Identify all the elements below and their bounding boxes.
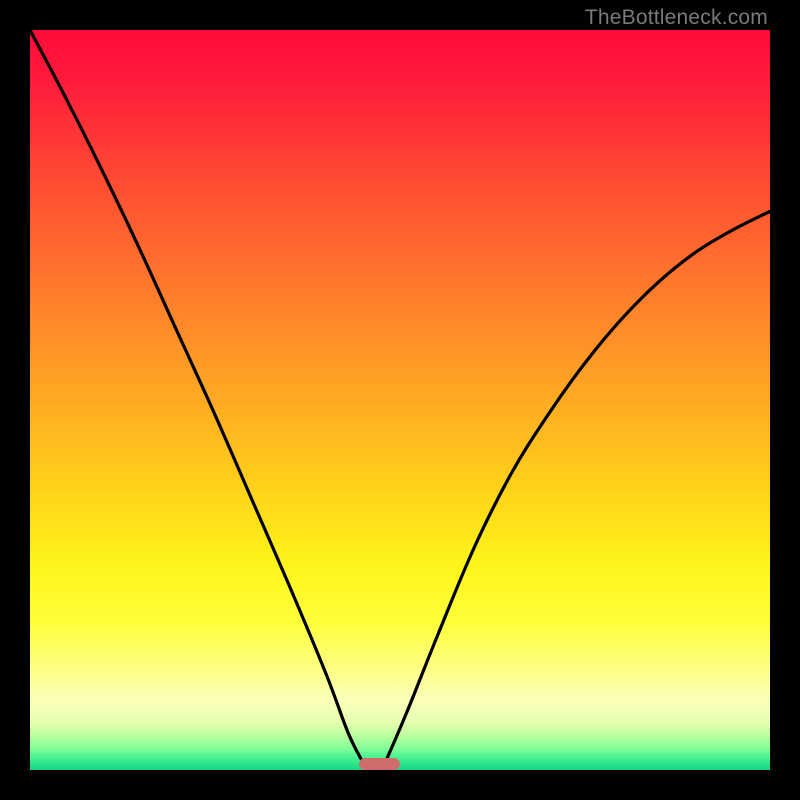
watermark-text: TheBottleneck.com bbox=[585, 6, 768, 30]
curves-layer bbox=[30, 30, 770, 770]
right-branch-curve bbox=[385, 211, 770, 762]
plot-area bbox=[30, 30, 770, 770]
outer-frame: TheBottleneck.com bbox=[0, 0, 800, 800]
optimum-marker bbox=[359, 758, 400, 770]
left-branch-curve bbox=[30, 30, 363, 763]
